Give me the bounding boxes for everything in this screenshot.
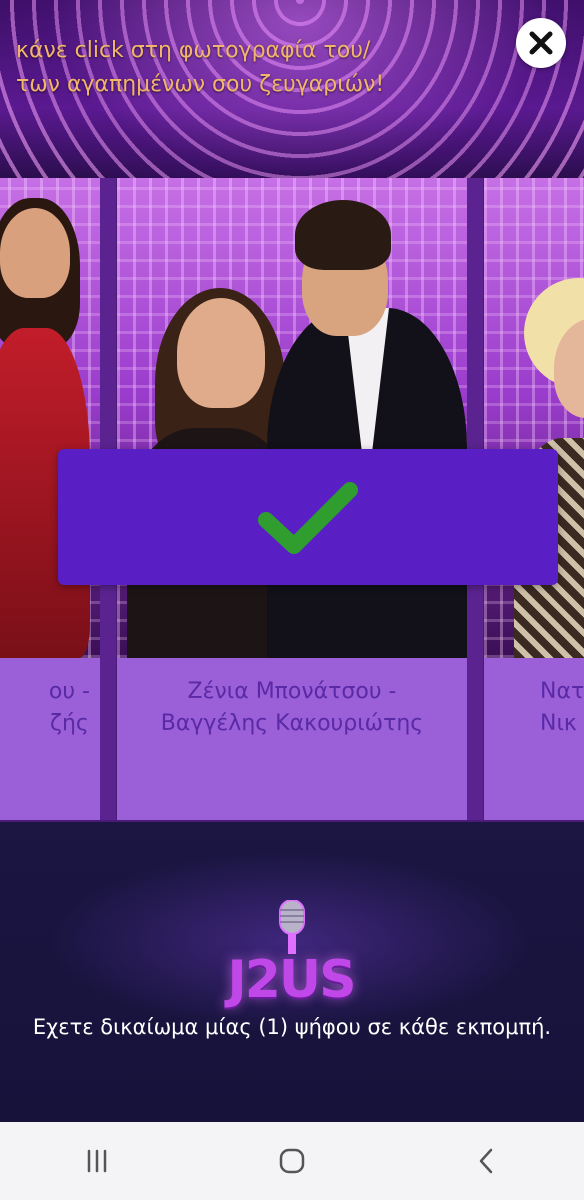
close-icon [529,31,553,55]
caption-line: Ζένια Μπονάτσου - [187,679,397,704]
caption-line: Βαγγέλης Κακουριώτης [160,711,424,736]
back-icon [479,1148,492,1174]
home-button[interactable] [262,1131,322,1191]
couple-photo[interactable] [0,178,100,658]
show-logo: J2US [206,898,376,1014]
woman-face [177,298,265,408]
back-button[interactable] [457,1131,517,1191]
check-icon [258,482,358,554]
couple-photo[interactable] [117,178,467,658]
caption-line: ζής [50,711,89,736]
recent-apps-button[interactable] [67,1131,127,1191]
logo-text: J2US [227,950,356,1010]
caption-line: ου - [48,679,90,704]
microphone-icon [279,900,305,954]
system-navigation-bar [0,1122,584,1200]
man-hair [295,200,391,270]
close-button[interactable] [516,18,566,68]
couple-photo[interactable] [484,178,584,658]
home-icon [279,1148,305,1174]
selected-vote-overlay[interactable] [58,449,558,585]
caption-line: Νατ [540,679,584,704]
instruction-text: κάνε click στη φωτογραφία του/των αγαπημ… [16,38,385,97]
couple-caption: ου - ζής [0,658,100,820]
caption-line: Νικ [540,711,577,736]
person-face [0,208,70,298]
vote-limit-note: Εχετε δικαίωμα μίας (1) ψήφου σε κάθε εκ… [32,1015,552,1039]
couple-caption: Νατ Νικ [484,658,584,820]
recent-apps-icon [88,1149,107,1173]
couple-caption: Ζένια Μπονάτσου - Βαγγέλης Κακουριώτης [117,658,467,820]
